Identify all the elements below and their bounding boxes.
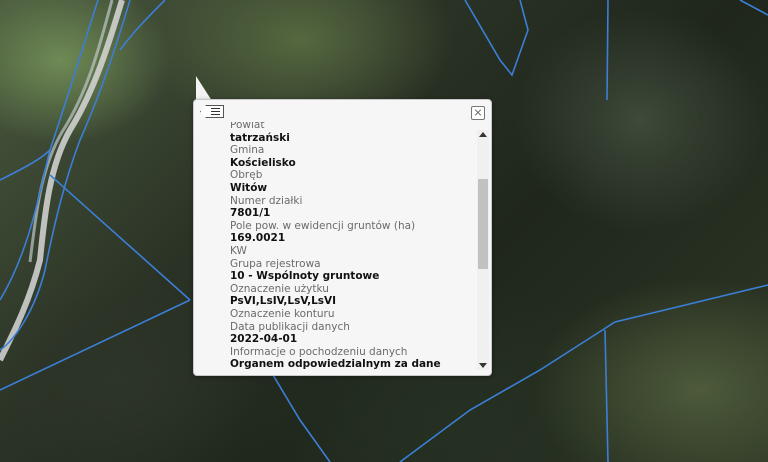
field-label: Oznaczenie użytku — [230, 282, 329, 295]
scroll-thumb[interactable] — [478, 179, 488, 269]
road-line — [0, 0, 125, 362]
field-value: 10 - Wspólnoty gruntowe — [230, 270, 380, 283]
field-label: Informacje o pochodzeniu danych — [230, 345, 408, 358]
field-value: 169.0021 — [230, 232, 286, 245]
list-icon[interactable] — [200, 105, 224, 118]
close-icon[interactable] — [471, 106, 485, 120]
field-value: Organem odpowiedzialnym za dane — [230, 358, 441, 371]
field-label: Data publikacji danych — [230, 320, 350, 333]
field-value: Kościelisko — [230, 156, 296, 169]
parcel-boundary — [739, 0, 768, 16]
parcel-boundary — [0, 149, 51, 181]
field-label: Powiat — [230, 122, 265, 131]
field-value: 2022-04-01 — [230, 333, 298, 346]
popup-scrollbar[interactable] — [477, 130, 489, 370]
field-label: Oznaczenie konturu — [230, 307, 335, 320]
field-value: Witów — [230, 181, 268, 194]
parcel-boundary — [464, 0, 529, 77]
parcel-info-popup: Powiat tatrzański Gmina Kościelisko Obrę… — [193, 99, 492, 376]
field-value: tatrzański — [230, 131, 290, 144]
field-label: KW — [230, 244, 247, 257]
scroll-up-arrow-icon[interactable] — [479, 132, 487, 137]
field-label: Pole pow. w ewidencji gruntów (ha) — [230, 219, 416, 232]
field-value: 7801/1 — [230, 207, 271, 220]
popup-header — [194, 100, 491, 122]
field-label: Obręb — [230, 169, 263, 182]
scroll-down-arrow-icon[interactable] — [479, 363, 487, 368]
popup-content: Powiat tatrzański Gmina Kościelisko Obrę… — [194, 122, 475, 372]
parcel-boundary — [604, 329, 609, 462]
parcel-boundary — [0, 0, 131, 351]
parcel-boundary — [49, 174, 191, 301]
field-value: PsVI,LsIV,LsV,LsVI — [230, 295, 337, 308]
field-label: Gmina — [230, 144, 265, 157]
parcel-boundary — [119, 0, 166, 51]
parcel-attributes: Powiat tatrzański Gmina Kościelisko Obrę… — [230, 122, 441, 371]
field-label: Numer działki — [230, 194, 303, 207]
field-label: Grupa rejestrowa — [230, 257, 321, 270]
parcel-boundary — [269, 369, 331, 462]
parcel-boundary — [606, 0, 609, 101]
